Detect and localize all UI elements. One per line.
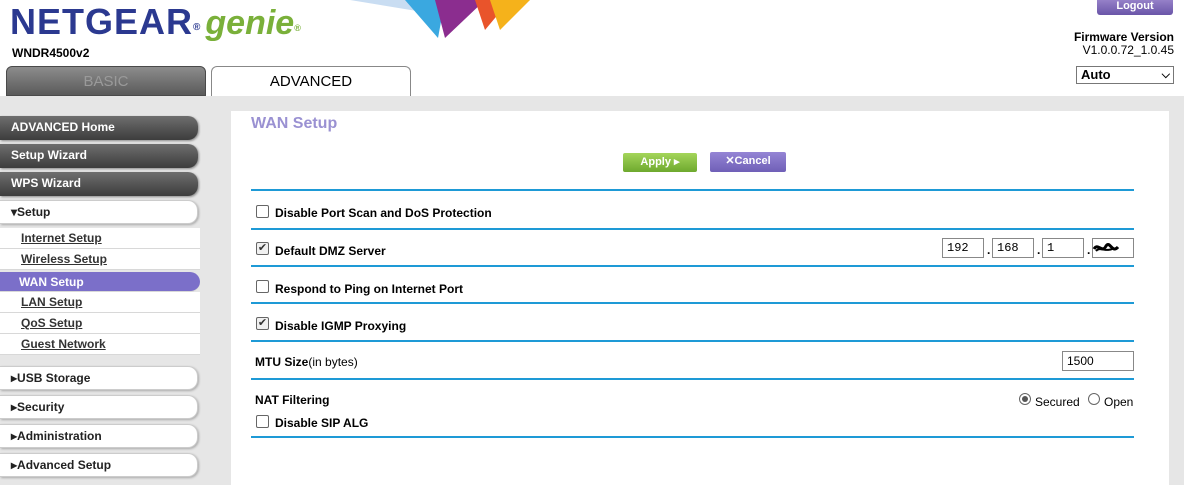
divider <box>251 436 1134 438</box>
netgear-genie-logo: NETGEAR® genie® <box>10 1 302 43</box>
mtu-size-label: MTU Size(in bytes) <box>255 355 358 369</box>
default-dmz-label: Default DMZ Server <box>275 244 386 258</box>
sidebar-item-qos-setup[interactable]: QoS Setup <box>0 313 200 334</box>
disable-igmp-checkbox[interactable]: ✔ <box>256 317 269 330</box>
dmz-ip-octet-2[interactable]: 168 <box>992 238 1034 258</box>
cancel-button[interactable]: ✕Cancel <box>710 152 786 172</box>
nat-filtering-label: NAT Filtering <box>255 393 330 407</box>
sidebar-item-security[interactable]: ▸Security <box>0 395 198 419</box>
redaction-scribble <box>1092 243 1120 252</box>
sidebar-item-advanced-home[interactable]: ADVANCED Home <box>0 116 198 140</box>
sidebar-item-administration[interactable]: ▸Administration <box>0 424 198 448</box>
respond-ping-checkbox[interactable] <box>256 280 269 293</box>
nat-open-label: Open <box>1104 395 1134 409</box>
divider <box>251 189 1134 191</box>
divider <box>251 228 1134 230</box>
ip-separator: . <box>1087 243 1091 257</box>
disable-port-scan-checkbox[interactable] <box>256 205 269 218</box>
sidebar-item-wps-wizard[interactable]: WPS Wizard <box>0 172 198 196</box>
divider <box>251 302 1134 304</box>
disable-port-scan-label: Disable Port Scan and DoS Protection <box>275 206 492 220</box>
apply-button[interactable]: Apply ▸ <box>623 153 697 172</box>
page-title: WAN Setup <box>251 115 338 132</box>
divider <box>251 265 1134 267</box>
disable-sip-alg-checkbox[interactable] <box>256 415 269 428</box>
nat-secured-radio[interactable] <box>1019 393 1031 405</box>
tab-basic[interactable]: BASIC <box>6 66 206 96</box>
tab-advanced[interactable]: ADVANCED <box>211 66 411 96</box>
sidebar-item-usb-storage[interactable]: ▸USB Storage <box>0 366 198 390</box>
model-name: WNDR4500v2 <box>12 46 90 60</box>
dmz-ip-octet-3[interactable]: 1 <box>1042 238 1084 258</box>
disable-sip-alg-label: Disable SIP ALG <box>275 416 369 430</box>
ip-separator: . <box>987 243 991 257</box>
wan-setup-panel: WAN Setup Apply ▸ ✕Cancel Disable Port S… <box>231 111 1169 485</box>
divider <box>251 378 1134 380</box>
sidebar-item-advanced-setup[interactable]: ▸Advanced Setup <box>0 453 198 477</box>
respond-ping-label: Respond to Ping on Internet Port <box>275 282 463 296</box>
logout-button[interactable]: Logout <box>1097 0 1173 15</box>
firmware-version: V1.0.0.72_1.0.45 <box>1082 43 1174 57</box>
sidebar-item-wireless-setup[interactable]: Wireless Setup <box>0 249 200 270</box>
dmz-ip-octet-1[interactable]: 192 <box>942 238 984 258</box>
chevron-down-icon: ⌵ <box>1161 69 1170 81</box>
sidebar-item-setup[interactable]: ▾Setup <box>0 200 198 224</box>
nat-secured-label: Secured <box>1035 395 1080 409</box>
sidebar-item-wan-setup[interactable]: WAN Setup <box>0 272 200 292</box>
sidebar-item-internet-setup[interactable]: Internet Setup <box>0 228 200 249</box>
sidebar-item-lan-setup[interactable]: LAN Setup <box>0 292 200 313</box>
default-dmz-checkbox[interactable]: ✔ <box>256 242 269 255</box>
mtu-size-input[interactable]: 1500 <box>1062 351 1134 371</box>
ip-separator: . <box>1037 243 1041 257</box>
sidebar-item-setup-wizard[interactable]: Setup Wizard <box>0 144 198 168</box>
decorative-shapes <box>350 0 530 38</box>
header: NETGEAR® genie® WNDR4500v2 BASIC ADVANCED… <box>0 0 1184 96</box>
divider <box>251 340 1134 342</box>
disable-igmp-label: Disable IGMP Proxying <box>275 319 407 333</box>
firmware-label: Firmware Version <box>1073 30 1174 44</box>
language-select[interactable]: Auto ⌵ <box>1076 66 1174 84</box>
nat-open-radio[interactable] <box>1088 393 1100 405</box>
sidebar-item-guest-network[interactable]: Guest Network <box>0 334 200 355</box>
